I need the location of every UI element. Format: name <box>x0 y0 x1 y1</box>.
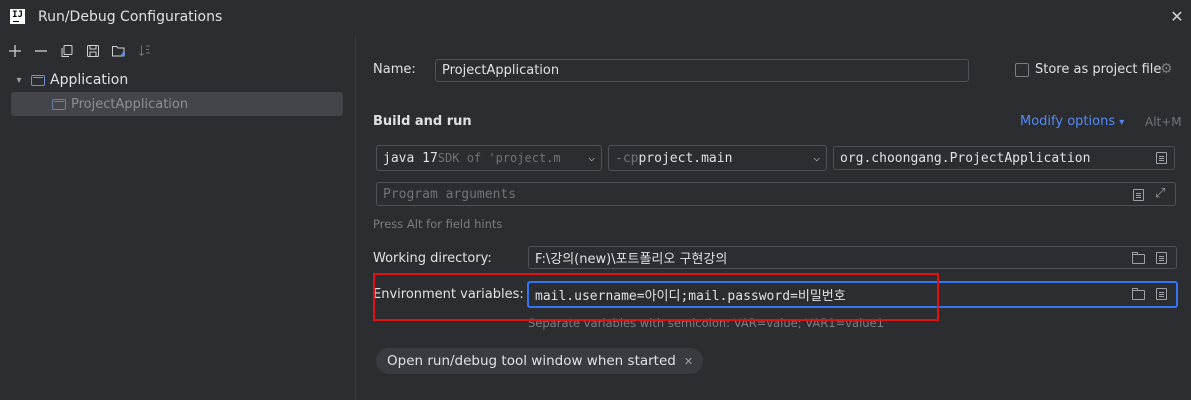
main-class-field[interactable]: org.choongang.ProjectApplication <box>833 146 1175 170</box>
environment-variables-value: mail.username=아이디;mail.password=비밀번호 <box>535 289 846 304</box>
name-field[interactable]: ProjectApplication <box>435 59 969 82</box>
tree-toolbar <box>2 40 158 62</box>
close-icon[interactable]: ✕ <box>1168 8 1186 26</box>
build-and-run-title: Build and run <box>373 114 472 129</box>
classpath-prefix: -cp <box>615 150 639 166</box>
remove-icon[interactable] <box>28 40 54 62</box>
jdk-select[interactable]: java 17 SDK of 'project.m ⌵ <box>376 145 602 171</box>
copy-icon[interactable] <box>54 40 80 62</box>
store-as-project-file-label: Store as project file <box>1035 62 1162 77</box>
environment-variables-field[interactable]: mail.username=아이디;mail.password=비밀번호 <box>527 281 1178 308</box>
folder-icon[interactable] <box>1132 288 1145 300</box>
modify-options-link[interactable]: Modify options ▾ <box>1020 114 1124 129</box>
configuration-editor: Name: ProjectApplication Store as projec… <box>356 36 1191 400</box>
new-folder-icon[interactable] <box>106 40 132 62</box>
open-tool-window-tag-label: Open run/debug tool window when started <box>387 353 676 369</box>
window-title: Run/Debug Configurations <box>38 9 223 25</box>
open-tool-window-tag[interactable]: Open run/debug tool window when started … <box>376 348 704 374</box>
main-class-value: org.choongang.ProjectApplication <box>840 150 1091 166</box>
classpath-value: project.main <box>638 150 733 166</box>
add-icon[interactable] <box>2 40 28 62</box>
gear-icon[interactable]: ⚙ <box>1160 61 1173 77</box>
working-directory-value: F:\강의(new)\포트폴리오 구현강의 <box>535 252 728 267</box>
tree-group-application[interactable]: ▾ Application <box>12 68 128 92</box>
remove-tag-icon[interactable]: ✕ <box>684 355 693 368</box>
chevron-down-icon[interactable]: ▾ <box>12 75 26 86</box>
environment-variables-label: Environment variables: <box>373 287 524 302</box>
jdk-main: java 17 <box>383 150 438 166</box>
jdk-detail: SDK of 'project.m <box>437 151 561 165</box>
name-label: Name: <box>373 62 416 77</box>
program-arguments-placeholder: Program arguments <box>383 186 517 202</box>
application-config-icon <box>52 98 66 110</box>
store-as-project-file-checkbox[interactable] <box>1015 63 1029 77</box>
program-arguments-field[interactable]: Program arguments <box>376 182 1176 206</box>
tree-item-project-application[interactable]: ProjectApplication <box>11 92 343 116</box>
title-bar: IJ Run/Debug Configurations ✕ <box>0 0 1191 36</box>
classpath-select[interactable]: -cp project.main ⌵ <box>608 145 827 171</box>
sort-icon[interactable] <box>132 40 158 62</box>
chevron-down-icon: ⌵ <box>813 151 820 164</box>
working-directory-label: Working directory: <box>373 251 492 266</box>
name-field-value: ProjectApplication <box>442 63 560 78</box>
configurations-tree-pane: ▾ Application ProjectApplication <box>0 36 356 400</box>
macros-icon[interactable] <box>1156 252 1167 264</box>
expand-text-icon[interactable] <box>1133 189 1144 201</box>
alt-field-hints: Press Alt for field hints <box>373 217 503 231</box>
browse-file-icon[interactable] <box>1156 152 1167 164</box>
folder-icon[interactable] <box>1132 252 1145 264</box>
save-icon[interactable] <box>80 40 106 62</box>
edit-environment-icon[interactable] <box>1156 288 1167 300</box>
chevron-down-icon: ⌵ <box>588 151 595 164</box>
intellij-logo-icon: IJ <box>10 9 25 24</box>
environment-variables-hint: Separate variables with semicolon: VAR=v… <box>528 316 884 330</box>
maximize-icon[interactable]: ⤢ <box>1155 186 1165 201</box>
working-directory-field[interactable]: F:\강의(new)\포트폴리오 구현강의 <box>528 246 1177 269</box>
tree-group-label: Application <box>50 72 129 88</box>
application-config-icon <box>31 74 45 86</box>
tree-item-label: ProjectApplication <box>71 96 189 112</box>
modify-options-shortcut: Alt+M <box>1145 115 1182 129</box>
